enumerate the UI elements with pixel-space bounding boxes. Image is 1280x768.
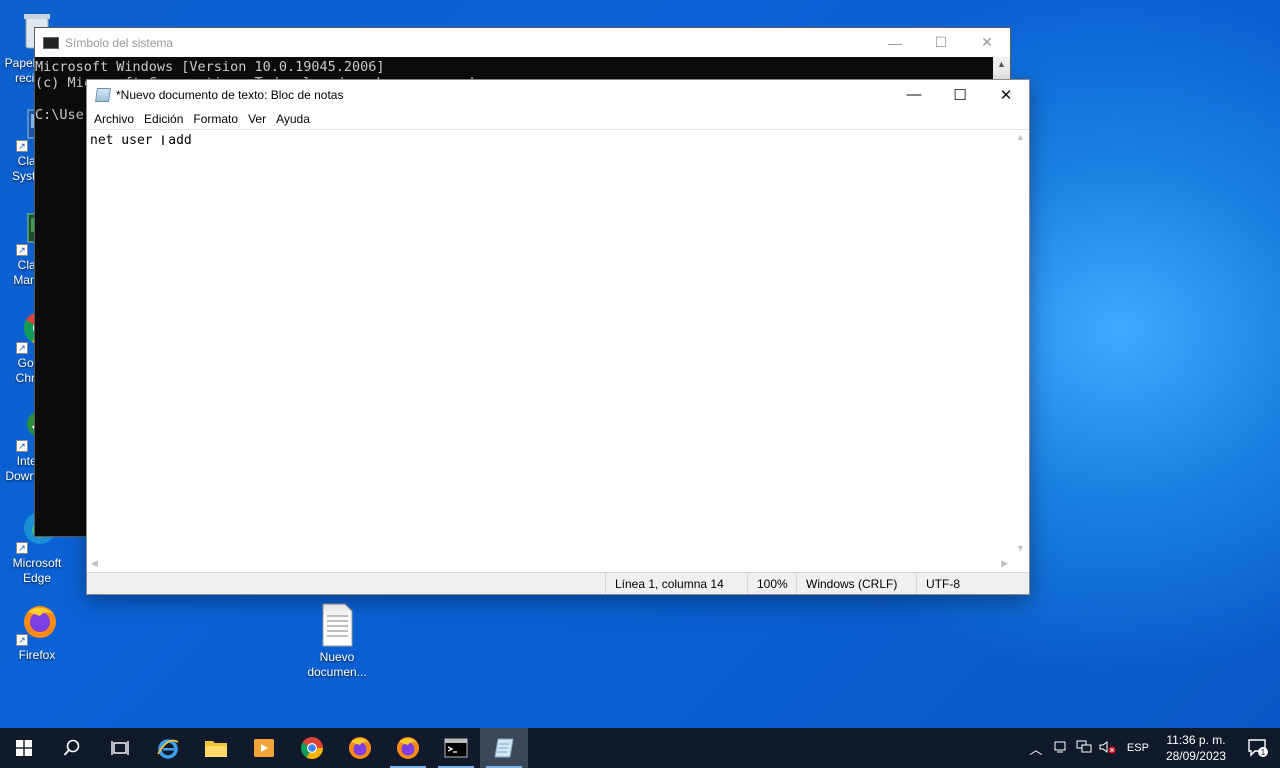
desktop-icon-label: Microsoft Edge <box>12 556 62 585</box>
scroll-down-icon[interactable]: ▼ <box>1016 543 1025 553</box>
status-bar: Línea 1, columna 14 100% Windows (CRLF) … <box>87 572 1029 594</box>
clock-time: 11:36 p. m. <box>1166 733 1226 747</box>
system-tray: ︿ ESP 11:36 p. m. 28/09/2023 1 <box>1024 728 1280 768</box>
chrome-icon <box>301 737 323 759</box>
desktop-icon-label: Nuevo documen... <box>307 650 367 679</box>
taskbar-media-player[interactable] <box>240 728 288 768</box>
notepad-icon <box>95 87 111 102</box>
status-line-endings: Windows (CRLF) <box>796 573 916 594</box>
clock-date: 28/09/2023 <box>1165 749 1226 763</box>
text-editor[interactable]: net user add I ▲ ▼ ◀ ▶ <box>87 129 1029 572</box>
close-button[interactable]: ✕ <box>964 34 1010 51</box>
firefox-icon <box>397 737 419 759</box>
action-center-button[interactable]: 1 <box>1236 738 1280 758</box>
scroll-up-icon[interactable]: ▲ <box>1016 132 1025 142</box>
notification-icon: 1 <box>1248 739 1268 757</box>
minimize-button[interactable]: — <box>872 35 918 51</box>
clock[interactable]: 11:36 p. m. 28/09/2023 <box>1156 732 1236 764</box>
internet-explorer-icon <box>157 739 179 759</box>
menu-ver[interactable]: Ver <box>243 112 271 126</box>
maximize-button[interactable]: ☐ <box>918 34 964 51</box>
notepad-title: *Nuevo documento de texto: Bloc de notas <box>116 87 344 102</box>
menu-formato[interactable]: Formato <box>188 112 243 126</box>
scroll-right-icon[interactable]: ▶ <box>1001 558 1008 569</box>
shortcut-arrow-icon: ↗ <box>16 244 28 256</box>
taskbar-firefox-2[interactable] <box>384 728 432 768</box>
menu-edicion[interactable]: Edición <box>139 112 188 126</box>
notepad-titlebar[interactable]: *Nuevo documento de texto: Bloc de notas… <box>87 80 1029 109</box>
taskbar-notepad[interactable] <box>480 728 528 768</box>
shortcut-arrow-icon: ↗ <box>16 440 28 452</box>
taskbar-internet-explorer[interactable] <box>144 728 192 768</box>
console-line: Microsoft Windows [Version 10.0.19045.20… <box>35 59 385 75</box>
notification-count: 1 <box>1261 748 1266 757</box>
windows-logo-icon <box>16 740 32 756</box>
firefox-icon <box>349 737 371 759</box>
taskbar-file-explorer[interactable] <box>192 728 240 768</box>
language-indicator[interactable]: ESP <box>1120 742 1156 754</box>
shortcut-arrow-icon: ↗ <box>16 542 28 554</box>
shortcut-arrow-icon: ↗ <box>16 634 28 646</box>
desktop-icon-firefox[interactable]: ↗ Firefox <box>0 600 74 663</box>
file-explorer-icon <box>205 741 227 757</box>
taskbar: ︿ ESP 11:36 p. m. 28/09/2023 1 <box>0 728 1280 768</box>
scroll-left-icon[interactable]: ◀ <box>91 558 98 569</box>
scroll-up-icon[interactable]: ▲ <box>997 59 1006 69</box>
taskbar-firefox[interactable] <box>336 728 384 768</box>
search-icon <box>63 739 80 756</box>
maximize-button[interactable]: ☐ <box>937 80 983 109</box>
desktop-icon-label: Firefox <box>18 648 56 662</box>
cmd-icon <box>444 738 468 758</box>
search-button[interactable] <box>48 728 96 768</box>
horizontal-scrollbar[interactable]: ◀ ▶ <box>87 555 1012 572</box>
notepad-icon <box>494 738 514 758</box>
network-icon[interactable] <box>1072 740 1096 757</box>
status-position: Línea 1, columna 14 <box>605 573 747 594</box>
cmd-title: Símbolo del sistema <box>65 35 174 50</box>
vertical-scrollbar[interactable]: ▲ ▼ <box>1012 130 1029 555</box>
desktop-icon-nuevo-documento[interactable]: Nuevo documen... <box>300 602 374 680</box>
firefox-icon: ↗ <box>14 600 60 646</box>
cmd-titlebar[interactable]: Símbolo del sistema — ☐ ✕ <box>35 28 1010 57</box>
editor-content[interactable]: net user add <box>90 133 192 148</box>
status-zoom: 100% <box>747 573 796 594</box>
shortcut-arrow-icon: ↗ <box>16 140 28 152</box>
media-player-icon <box>254 739 274 757</box>
cmd-icon <box>43 36 59 49</box>
taskbar-cmd[interactable] <box>432 728 480 768</box>
menu-bar: Archivo Edición Formato Ver Ayuda <box>87 109 1029 129</box>
text-cursor-icon: I <box>161 132 165 148</box>
start-button[interactable] <box>0 728 48 768</box>
close-button[interactable]: ✕ <box>983 80 1029 109</box>
taskbar-chrome[interactable] <box>288 728 336 768</box>
meet-now-icon[interactable] <box>1048 740 1072 757</box>
task-view-icon <box>111 741 129 755</box>
menu-ayuda[interactable]: Ayuda <box>271 112 315 126</box>
task-view-button[interactable] <box>96 728 144 768</box>
volume-muted-icon[interactable] <box>1096 740 1120 757</box>
notepad-window[interactable]: *Nuevo documento de texto: Bloc de notas… <box>86 79 1030 595</box>
chevron-up-icon[interactable]: ︿ <box>1024 739 1048 758</box>
menu-archivo[interactable]: Archivo <box>89 112 139 126</box>
status-encoding: UTF-8 <box>916 573 1029 594</box>
shortcut-arrow-icon: ↗ <box>16 342 28 354</box>
minimize-button[interactable]: — <box>891 80 937 109</box>
text-document-icon <box>314 602 360 648</box>
